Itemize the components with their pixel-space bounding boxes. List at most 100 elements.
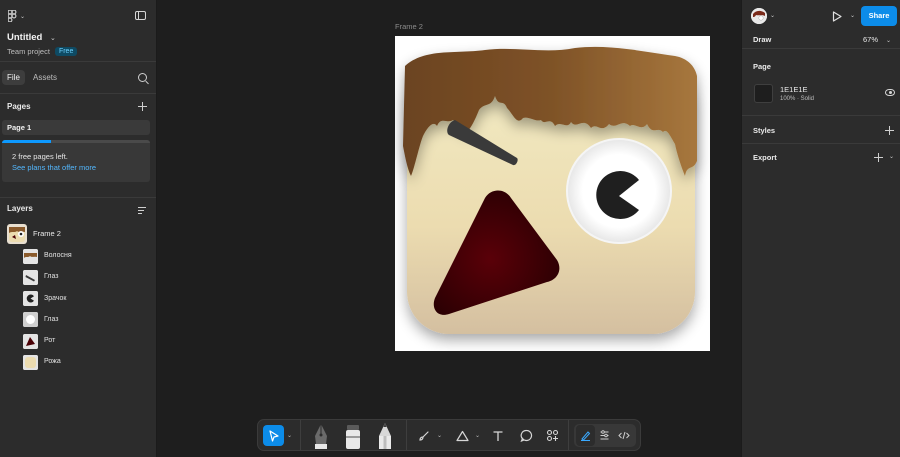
text-icon [493,430,503,441]
layer-name: Волосня [44,252,72,259]
eye-icon[interactable] [885,89,895,96]
right-sidebar: ⌄ ⌄ Share Draw 67% ⌄ Page 1E1E1E 100% · … [741,0,900,457]
marker-icon [346,425,360,449]
page-item-page-1[interactable]: Page 1 [2,120,150,135]
export-section: Export ⌄ [742,144,900,172]
frame-2[interactable] [395,36,710,351]
share-button[interactable]: Share [861,6,897,26]
layer-name: Рожа [44,358,61,366]
chevron-down-icon[interactable]: ⌄ [287,432,292,439]
plan-badge[interactable]: Free [54,47,78,56]
layers-section: Layers Frame 2 Волосня Глаз Зрачок Глаз … [0,197,156,374]
chevron-down-icon[interactable]: ⌄ [475,432,480,439]
panel-tabs: File Assets [0,62,156,94]
frame-thumbnail [7,224,27,244]
add-export-icon[interactable] [874,153,883,162]
upsell-text: 2 free pages left. [12,152,68,161]
pupil-thumbnail-icon [23,291,38,307]
eye-thumbnail-icon [23,312,38,328]
toolbar-divider [568,420,569,450]
pages-title: Pages [7,102,31,111]
file-title[interactable]: Untitled [7,32,42,43]
background-swatch[interactable] [754,84,773,103]
layer-row[interactable]: Глаз [0,310,156,331]
layer-name: Глаз [44,273,59,281]
add-page-icon[interactable] [138,102,147,111]
layers-title: Layers [7,204,33,213]
layer-row[interactable]: Рожа [0,352,156,373]
toolbar-divider [300,420,301,450]
left-sidebar: ⌄ Untitled ⌄ Team project Free File Asse… [0,0,157,457]
chevron-down-icon[interactable]: ⌄ [850,12,855,19]
chevron-down-icon[interactable]: ⌄ [889,153,894,160]
team-label[interactable]: Team project [7,47,50,56]
move-tool-button[interactable] [263,425,284,446]
pages-header: Pages [0,94,156,120]
pen-icon [315,424,327,449]
tab-assets[interactable]: Assets [28,70,62,85]
sidebar-toggle-icon[interactable] [135,11,146,20]
present-play-icon[interactable] [832,11,842,22]
export-title: Export [753,153,777,162]
layer-name: Рот [44,337,56,345]
frame-label[interactable]: Frame 2 [395,22,423,31]
layer-frame-2[interactable]: Frame 2 [0,222,156,246]
character-illustration[interactable] [395,36,710,351]
actions-tool-button[interactable] [544,425,560,446]
draw-row: Draw 67% ⌄ [742,32,900,49]
pencil-tool-button[interactable] [374,422,396,450]
chevron-down-icon: ⌄ [20,13,26,20]
triangle-icon [455,430,469,441]
pages-upsell: 2 free pages left. See plans that offer … [2,140,150,182]
cursor-icon [268,429,279,442]
canvas[interactable]: Frame 2 ⌄ ⌄ ⌄ [157,0,885,457]
face-thumbnail-icon [23,354,38,370]
page-section: Page [742,49,900,116]
marker-tool-button[interactable] [342,422,364,450]
team-row: Team project Free [7,47,78,56]
upsell-progress-fill [2,140,51,143]
bottom-toolbar: ⌄ ⌄ ⌄ [257,419,641,451]
draw-mode-icon [581,431,591,441]
layers-header: Layers [0,198,156,222]
chevron-down-icon[interactable]: ⌄ [437,432,442,439]
text-tool-button[interactable] [490,425,506,446]
dev-mode-button[interactable] [614,425,633,446]
layer-row[interactable]: Глаз [0,267,156,288]
pencil-icon [379,423,391,449]
chevron-down-icon[interactable]: ⌄ [50,34,56,42]
mouth-thumbnail-icon [23,333,38,349]
hair-thumbnail-icon [23,248,38,264]
avatar[interactable] [751,8,767,24]
layers-list-icon[interactable] [138,207,147,215]
layer-row[interactable]: Зрачок [0,289,156,310]
brush-tool-button[interactable] [415,425,432,446]
design-mode-button[interactable] [595,425,614,446]
comment-tool-button[interactable] [518,425,534,446]
search-icon[interactable] [138,73,147,82]
layer-name: Зрачок [44,294,67,302]
file-header: ⌄ Untitled ⌄ Team project Free [0,0,156,62]
background-hex[interactable]: 1E1E1E [780,85,808,94]
chevron-down-icon[interactable]: ⌄ [886,37,891,44]
code-icon [617,431,630,440]
frame-layer-name: Frame 2 [33,229,61,238]
main-menu-button[interactable]: ⌄ [8,10,25,22]
toolbar-divider [406,420,407,450]
tab-file[interactable]: File [2,70,25,85]
draw-mode-button[interactable] [576,425,595,446]
layer-row[interactable]: Рот [0,331,156,352]
brow-thumbnail-icon [23,269,38,285]
layer-row[interactable]: Волосня [0,246,156,267]
upsell-link[interactable]: See plans that offer more [12,163,96,172]
add-style-icon[interactable] [885,126,894,135]
zoom-level[interactable]: 67% [863,35,878,44]
design-mode-icon [600,430,609,440]
shape-tool-button[interactable] [454,425,470,446]
pen-tool-button[interactable] [310,422,332,450]
right-header: ⌄ ⌄ Share [742,0,900,32]
chevron-down-icon[interactable]: ⌄ [770,12,775,19]
mode-switcher [574,424,636,447]
layer-name: Глаз [44,315,59,323]
draw-label: Draw [753,35,772,44]
